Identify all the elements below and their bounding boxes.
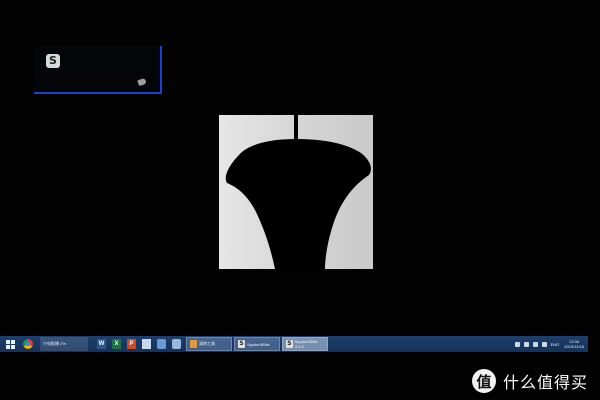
chrome-icon	[23, 339, 33, 349]
tool-icon[interactable]	[157, 339, 166, 349]
system-tray: ENG 13:34 2015/11/16	[513, 337, 588, 351]
network-icon[interactable]	[523, 341, 529, 347]
volume-icon[interactable]	[532, 341, 538, 347]
taskbar: 宁电影播 2% W X P 清除工具 S Spyder4Elite S Spyd…	[0, 336, 588, 352]
taskbar-item-label: Spyder4Elite	[247, 341, 270, 347]
taskbar-item-label: Spyder4Elite 4.5.4	[294, 339, 318, 349]
taskbar-item-label: 清除工具	[199, 341, 215, 346]
input-language[interactable]: ENG	[551, 342, 560, 347]
watermark-logo: 值	[472, 369, 496, 393]
powerpoint-icon[interactable]: P	[127, 339, 136, 349]
spyder-icon: S	[238, 340, 245, 348]
calibration-pattern	[219, 115, 373, 269]
taskbar-item-cleaner[interactable]: 清除工具	[186, 337, 232, 351]
tray-arrow-icon[interactable]	[514, 341, 520, 347]
flag-icon[interactable]	[541, 341, 547, 347]
cleaner-icon	[190, 340, 197, 348]
spyder-app-icon[interactable]: S	[46, 54, 60, 68]
media-player-taskbar-button[interactable]: 宁电影播 2%	[40, 337, 88, 351]
clock[interactable]: 13:34 2015/11/16	[564, 339, 584, 349]
taskbar-item-spyder-version[interactable]: S Spyder4Elite 4.5.4	[282, 337, 328, 351]
windows-logo-icon	[5, 339, 15, 349]
media-player-label: 宁电影播 2%	[43, 341, 66, 346]
desktop-screen: S 宁电影播 2% W X P 清除工具 S Spyder4Elite S Sp…	[0, 0, 600, 400]
spyder-icon: S	[286, 340, 293, 348]
word-icon[interactable]: W	[97, 339, 106, 349]
spyder-app-window[interactable]: S	[34, 46, 162, 94]
calibration-silhouette	[225, 115, 371, 269]
mouse-cursor-icon	[137, 77, 147, 87]
chrome-taskbar-button[interactable]	[20, 337, 36, 351]
network-tool-icon[interactable]	[172, 339, 181, 349]
clock-date: 2015/11/16	[564, 344, 584, 349]
watermark-text: 什么值得买	[503, 373, 589, 392]
document-icon[interactable]	[142, 339, 151, 349]
taskbar-item-spyder[interactable]: S Spyder4Elite	[234, 337, 280, 351]
start-button[interactable]	[0, 337, 20, 351]
watermark: 值 什么值得买	[472, 369, 588, 393]
excel-icon[interactable]: X	[112, 339, 121, 349]
